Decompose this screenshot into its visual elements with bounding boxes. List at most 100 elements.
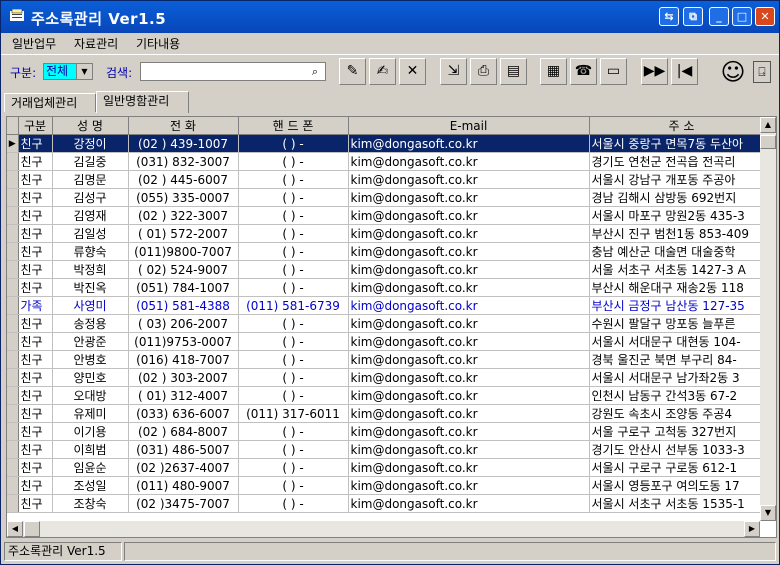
cell-type[interactable]: 친구 <box>18 152 53 171</box>
cell-phone[interactable]: (031) 486-5007 <box>128 440 239 459</box>
cell-type[interactable]: 친구 <box>18 386 53 405</box>
cell-type[interactable]: 친구 <box>18 134 53 153</box>
row-indicator[interactable] <box>7 188 19 207</box>
table-row[interactable]: 친구 안병호 (016) 418-7007( ) - kim@dongasoft.co… <box>7 350 775 369</box>
close-icon[interactable]: ✕ <box>755 7 775 26</box>
cell-phone[interactable]: ( 03) 206-2007 <box>128 314 239 333</box>
cell-mobile[interactable]: ( ) - <box>238 260 349 279</box>
cell-address[interactable]: 경기도 안산시 선부동 1033-3 <box>589 440 775 459</box>
col-header-type[interactable]: 구분 <box>18 117 53 135</box>
cell-address[interactable]: 경남 김해시 삼방동 692번지 <box>589 188 775 207</box>
cell-phone[interactable]: (011) 480-9007 <box>128 476 239 495</box>
scroll-thumb[interactable] <box>760 135 776 149</box>
cell-type[interactable]: 친구 <box>18 188 53 207</box>
cell-email[interactable]: kim@dongasoft.co.kr <box>348 206 590 225</box>
row-indicator[interactable] <box>7 332 19 351</box>
cell-phone[interactable]: (031) 832-3007 <box>128 152 239 171</box>
row-indicator[interactable] <box>7 152 19 171</box>
cell-name[interactable]: 강정이 <box>52 134 129 153</box>
cell-phone[interactable]: (033) 636-6007 <box>128 404 239 423</box>
cell-mobile[interactable]: ( ) - <box>238 476 349 495</box>
cell-name[interactable]: 오대방 <box>52 386 129 405</box>
cell-phone[interactable]: (051) 581-4388 <box>128 296 239 315</box>
delete-x-icon[interactable]: ✕ <box>399 58 426 85</box>
cell-type[interactable]: 친구 <box>18 368 53 387</box>
cell-address[interactable]: 서울시 서초구 서초동 1535-1 <box>589 494 775 513</box>
row-indicator[interactable] <box>7 242 19 261</box>
cell-address[interactable]: 수원시 팔달구 망포동 늘푸른 <box>589 314 775 333</box>
cell-email[interactable]: kim@dongasoft.co.kr <box>348 134 590 153</box>
cell-name[interactable]: 이기용 <box>52 422 129 441</box>
cell-name[interactable]: 이희범 <box>52 440 129 459</box>
cell-mobile[interactable]: ( ) - <box>238 278 349 297</box>
cell-name[interactable]: 김성구 <box>52 188 129 207</box>
cell-mobile[interactable]: ( ) - <box>238 368 349 387</box>
cell-type[interactable]: 친구 <box>18 260 53 279</box>
hscroll-thumb[interactable] <box>24 521 40 537</box>
cell-mobile[interactable]: ( ) - <box>238 350 349 369</box>
col-header-mobile[interactable]: 핸 드 폰 <box>238 117 349 135</box>
mascot-icon[interactable]: ☺ <box>717 56 749 88</box>
cell-type[interactable]: 친구 <box>18 242 53 261</box>
cell-mobile[interactable]: (011) 317-6011 <box>238 404 349 423</box>
cell-phone[interactable]: (02 ) 684-8007 <box>128 422 239 441</box>
cell-name[interactable]: 송정용 <box>52 314 129 333</box>
row-indicator[interactable] <box>7 170 19 189</box>
help-window-icon[interactable]: ⧉ <box>683 7 703 26</box>
cell-phone[interactable]: (051) 784-1007 <box>128 278 239 297</box>
cell-name[interactable]: 박정희 <box>52 260 129 279</box>
cell-type[interactable]: 친구 <box>18 458 53 477</box>
row-indicator[interactable] <box>7 224 19 243</box>
cell-name[interactable]: 사영미 <box>52 296 129 315</box>
table-row[interactable]: 친구 안광준 (011)9753-0007( ) - kim@dongasoft.co… <box>7 332 775 351</box>
cell-address[interactable]: 서울시 서대문구 대현동 104- <box>589 332 775 351</box>
phone-book-icon[interactable]: ☎ <box>570 58 597 85</box>
row-indicator[interactable] <box>7 404 19 423</box>
cell-address[interactable]: 서울시 중랑구 면목7동 두산아 <box>589 134 775 153</box>
cell-name[interactable]: 박진옥 <box>52 278 129 297</box>
cell-name[interactable]: 김일성 <box>52 224 129 243</box>
cell-phone[interactable]: (011)9753-0007 <box>128 332 239 351</box>
cell-email[interactable]: kim@dongasoft.co.kr <box>348 386 590 405</box>
cell-phone[interactable]: (055) 335-0007 <box>128 188 239 207</box>
search-icon[interactable]: ⌕ <box>307 64 323 79</box>
cell-phone[interactable]: (02 )2637-4007 <box>128 458 239 477</box>
scroll-up-icon[interactable]: ▲ <box>760 117 776 133</box>
table-row[interactable]: 친구 조성일 (011) 480-9007( ) - kim@dongasoft.co… <box>7 476 775 495</box>
row-pointer-icon[interactable]: ▶ <box>7 134 19 153</box>
cell-address[interactable]: 부산시 해운대구 재송2동 118 <box>589 278 775 297</box>
table-row[interactable]: 친구 오대방( 01) 312-4007( ) - kim@dongasoft.co… <box>7 386 775 405</box>
cell-type[interactable]: 친구 <box>18 170 53 189</box>
cell-email[interactable]: kim@dongasoft.co.kr <box>348 152 590 171</box>
cell-phone[interactable]: (02 )3475-7007 <box>128 494 239 513</box>
cell-email[interactable]: kim@dongasoft.co.kr <box>348 314 590 333</box>
table-row[interactable]: 친구 김성구 (055) 335-0007( ) - kim@dongasoft.co… <box>7 188 775 207</box>
cell-phone[interactable]: (02 ) 303-2007 <box>128 368 239 387</box>
cell-address[interactable]: 부산시 금정구 남산동 127-35 <box>589 296 775 315</box>
cell-email[interactable]: kim@dongasoft.co.kr <box>348 404 590 423</box>
cell-email[interactable]: kim@dongasoft.co.kr <box>348 278 590 297</box>
pencil-icon[interactable]: ✎ <box>339 58 366 85</box>
row-indicator[interactable] <box>7 278 19 297</box>
cell-email[interactable]: kim@dongasoft.co.kr <box>348 368 590 387</box>
chevron-down-icon[interactable]: ▼ <box>76 64 92 79</box>
cell-mobile[interactable]: ( ) - <box>238 332 349 351</box>
scroll-right-icon[interactable]: ▶ <box>744 521 760 537</box>
table-row[interactable]: 친구 이기용 (02 ) 684-8007( ) - kim@dongasoft.co… <box>7 422 775 441</box>
cell-email[interactable]: kim@dongasoft.co.kr <box>348 458 590 477</box>
table-row[interactable]: 친구 류향숙 (011)9800-7007( ) - kim@dongasoft.co… <box>7 242 775 261</box>
row-indicator[interactable] <box>7 206 19 225</box>
cell-mobile[interactable]: ( ) - <box>238 314 349 333</box>
search-input[interactable]: ⌕ <box>140 62 326 81</box>
table-row[interactable]: 친구 김명문 (02 ) 445-6007( ) - kim@dongasoft.co… <box>7 170 775 189</box>
cell-email[interactable]: kim@dongasoft.co.kr <box>348 170 590 189</box>
vertical-scrollbar[interactable]: ▲ ▼ <box>760 117 776 521</box>
cell-address[interactable]: 경기도 연천군 전곡읍 전곡리 <box>589 152 775 171</box>
menu-general[interactable]: 일반업무 <box>12 35 56 52</box>
cell-address[interactable]: 강원도 속초시 조양동 주공4 <box>589 404 775 423</box>
table-row[interactable]: 친구 송정용( 03) 206-2007( ) - kim@dongasoft.co… <box>7 314 775 333</box>
cell-type[interactable]: 친구 <box>18 206 53 225</box>
row-indicator[interactable] <box>7 350 19 369</box>
cell-mobile[interactable]: ( ) - <box>238 188 349 207</box>
cell-mobile[interactable]: (011) 581-6739 <box>238 296 349 315</box>
